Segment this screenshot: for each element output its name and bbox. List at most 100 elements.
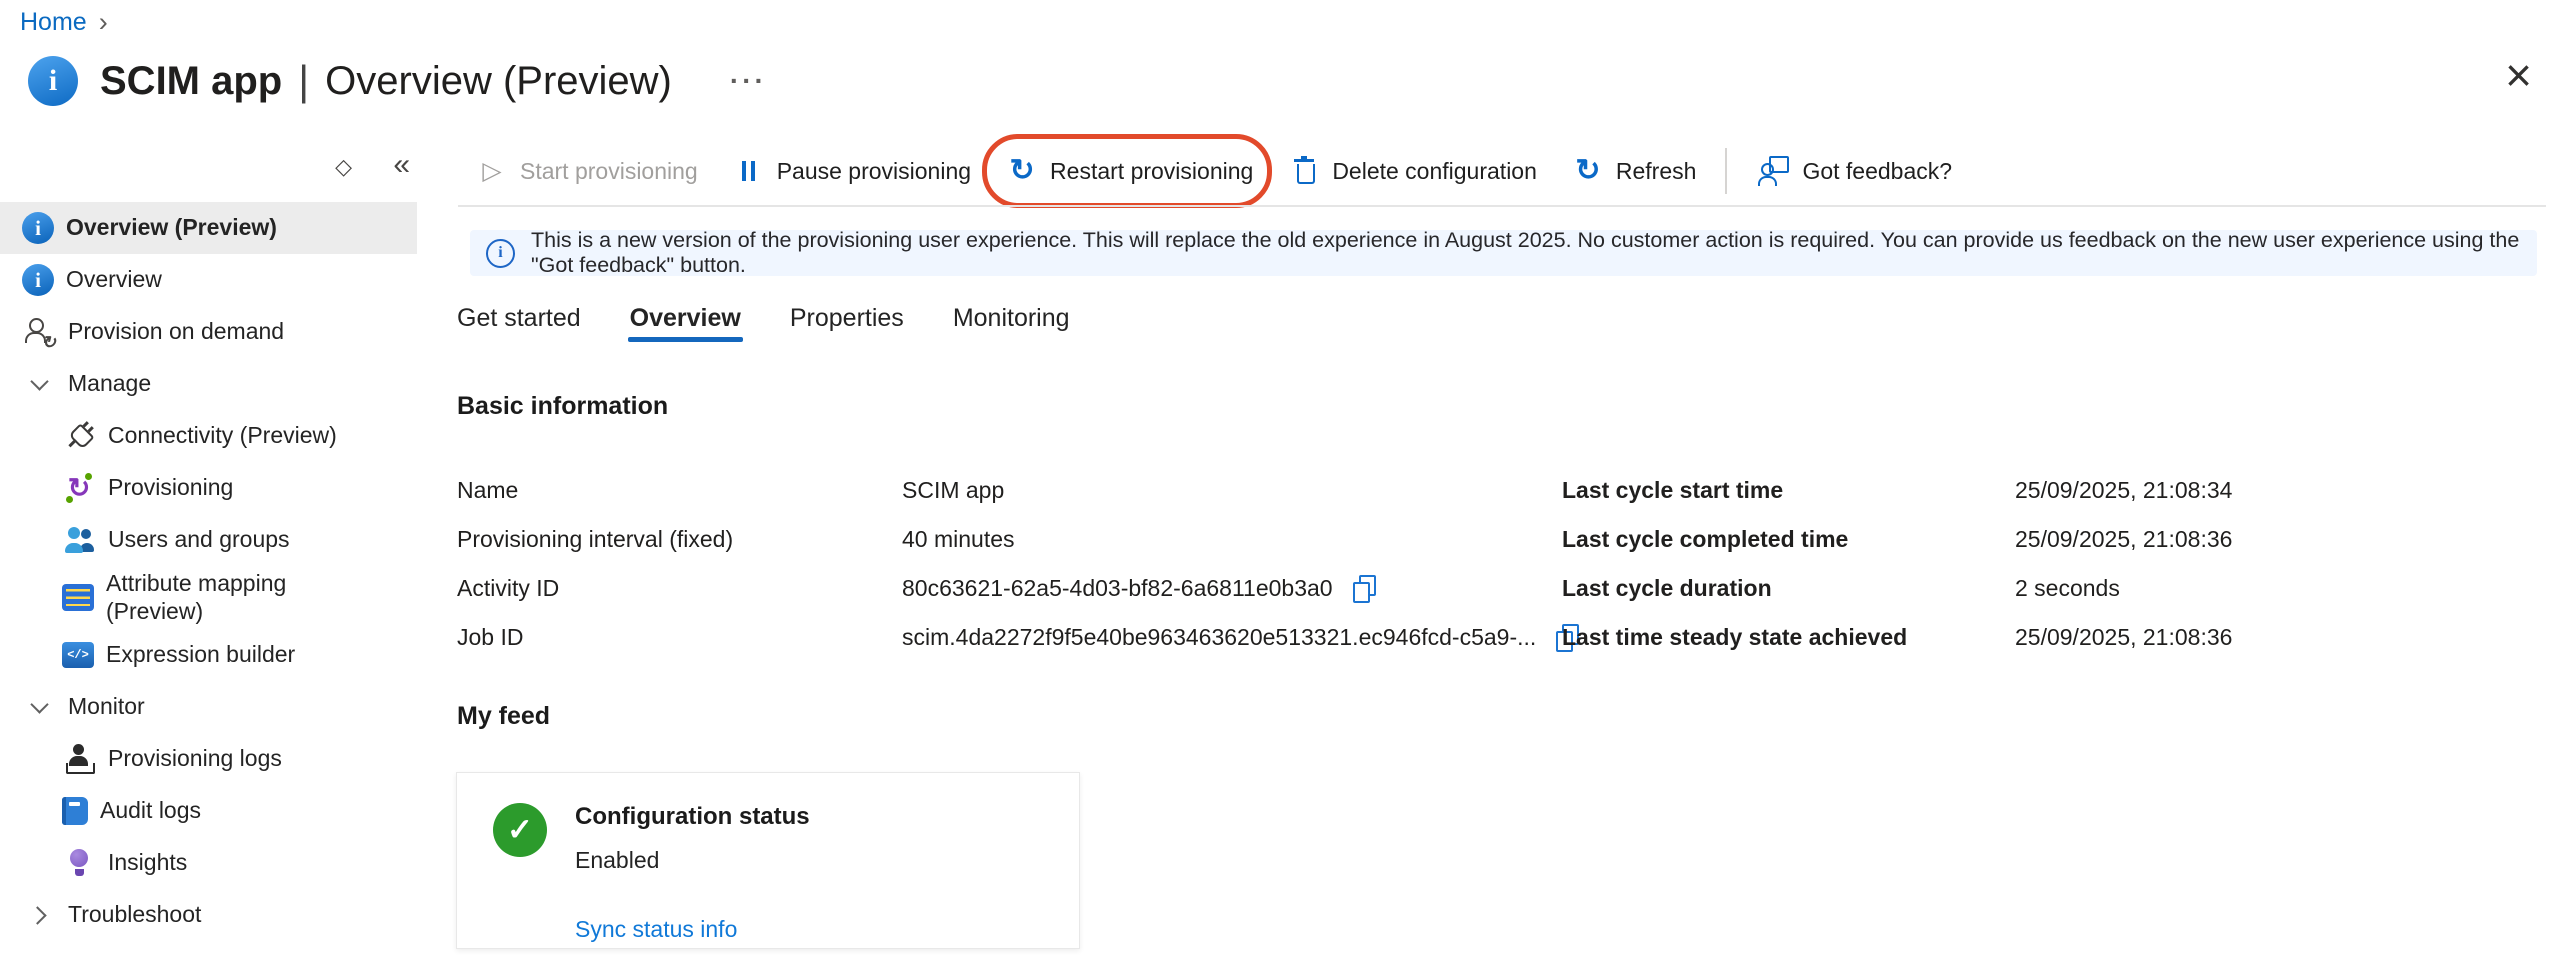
page-title-text: Overview (Preview) xyxy=(325,59,672,104)
info-row: Last time steady state achieved 25/09/20… xyxy=(1562,613,2542,662)
title-separator: | xyxy=(298,57,309,105)
tab-get-started[interactable]: Get started xyxy=(457,296,581,342)
trash-icon xyxy=(1287,154,1321,188)
tab-monitoring[interactable]: Monitoring xyxy=(953,296,1070,342)
tab-overview[interactable]: Overview xyxy=(630,296,741,342)
my-feed-heading: My feed xyxy=(457,702,550,731)
sidebar-item-label: Users and groups xyxy=(108,526,290,554)
info-label: Name xyxy=(457,477,902,504)
sidebar-group-manage[interactable]: Manage xyxy=(0,358,417,410)
restart-provisioning-button[interactable]: Restart provisioning xyxy=(988,148,1270,194)
page-title: SCIM app | Overview (Preview) xyxy=(100,57,672,105)
toolbar-button-label: Restart provisioning xyxy=(1050,158,1253,185)
lightbulb-icon xyxy=(62,846,96,880)
sidebar-header: ◇ « xyxy=(0,140,432,202)
feedback-icon xyxy=(1757,154,1791,188)
info-row: Job ID scim.4da2272f9f5e40be963463620e51… xyxy=(457,613,1517,662)
info-row: Activity ID 80c63621-62a5-4d03-bf82-6a68… xyxy=(457,564,1517,613)
sidebar-item-provisioning-logs[interactable]: Provisioning logs xyxy=(0,733,417,785)
info-label: Last cycle start time xyxy=(1562,477,2015,504)
person-log-icon xyxy=(62,742,96,776)
sidebar-item-expression-builder[interactable]: Expression builder xyxy=(0,629,417,681)
code-icon xyxy=(62,642,94,668)
copy-icon[interactable] xyxy=(1349,573,1379,605)
restart-icon xyxy=(1005,154,1039,188)
chevron-down-icon xyxy=(22,367,56,401)
app-info-icon xyxy=(28,56,78,106)
sidebar-item-label: Expression builder xyxy=(106,641,295,669)
sidebar-nav: Overview (Preview) Overview Provision on… xyxy=(0,202,432,941)
info-outline-icon xyxy=(486,239,515,268)
sidebar-item-overview[interactable]: Overview xyxy=(0,254,417,306)
tab-label: Properties xyxy=(790,304,904,333)
sidebar-item-provision-on-demand[interactable]: Provision on demand xyxy=(0,306,417,358)
toolbar-button-label: Got feedback? xyxy=(1802,158,1952,185)
toolbar-button-label: Pause provisioning xyxy=(777,158,971,185)
info-value: 25/09/2025, 21:08:36 xyxy=(2015,624,2232,651)
refresh-button[interactable]: Refresh xyxy=(1554,148,1714,194)
sidebar-item-label: Attribute mapping (Preview) xyxy=(106,570,356,625)
sidebar-group-troubleshoot[interactable]: Troubleshoot xyxy=(0,889,417,941)
close-icon[interactable]: × xyxy=(2505,52,2532,98)
play-icon xyxy=(475,154,509,188)
info-label: Last time steady state achieved xyxy=(1562,624,2015,651)
info-icon xyxy=(22,264,54,296)
start-provisioning-button[interactable]: Start provisioning xyxy=(458,148,715,194)
basic-info-left-column: Name SCIM app Provisioning interval (fix… xyxy=(457,466,1517,662)
info-label: Provisioning interval (fixed) xyxy=(457,526,902,553)
info-value: 25/09/2025, 21:08:36 xyxy=(2015,526,2232,553)
pause-provisioning-button[interactable]: Pause provisioning xyxy=(715,148,988,194)
sidebar-item-label: Provisioning logs xyxy=(108,745,282,773)
sidebar-item-connectivity[interactable]: Connectivity (Preview) xyxy=(0,410,417,462)
info-row: Provisioning interval (fixed) 40 minutes xyxy=(457,515,1517,564)
sidebar-item-label: Provision on demand xyxy=(68,318,284,346)
sidebar-item-label: Troubleshoot xyxy=(68,901,201,929)
got-feedback-button[interactable]: Got feedback? xyxy=(1725,148,1969,194)
tab-properties[interactable]: Properties xyxy=(790,296,904,342)
sync-status-info-link[interactable]: Sync status info xyxy=(575,916,737,943)
sidebar-item-attribute-mapping[interactable]: Attribute mapping (Preview) xyxy=(0,566,417,629)
toolbar-divider xyxy=(458,205,2546,207)
info-row: Last cycle start time 25/09/2025, 21:08:… xyxy=(1562,466,2542,515)
command-bar: Start provisioning Pause provisioning Re… xyxy=(458,148,1969,194)
info-value: SCIM app xyxy=(902,477,1004,504)
sidebar-item-label: Connectivity (Preview) xyxy=(108,422,337,450)
pause-icon xyxy=(732,154,766,188)
sidebar-item-overview-preview[interactable]: Overview (Preview) xyxy=(0,202,417,254)
info-value: 80c63621-62a5-4d03-bf82-6a6811e0b3a0 xyxy=(902,575,1333,602)
tab-label: Monitoring xyxy=(953,304,1070,333)
configuration-status-title: Configuration status xyxy=(575,803,810,831)
app-name: SCIM app xyxy=(100,59,282,104)
tab-label: Get started xyxy=(457,304,581,333)
info-label: Last cycle completed time xyxy=(1562,526,2015,553)
sidebar-item-users-and-groups[interactable]: Users and groups xyxy=(0,514,417,566)
check-circle-icon xyxy=(493,803,547,857)
info-value: 2 seconds xyxy=(2015,575,2120,602)
sidebar-item-audit-logs[interactable]: Audit logs xyxy=(0,785,417,837)
chevron-down-icon xyxy=(22,690,56,724)
sidebar-item-label: Overview (Preview) xyxy=(66,214,277,242)
chevron-right-icon xyxy=(22,898,56,932)
resize-icon[interactable]: ◇ xyxy=(335,154,352,180)
delete-configuration-button[interactable]: Delete configuration xyxy=(1270,148,1554,194)
sidebar-item-label: Manage xyxy=(68,370,151,398)
book-icon xyxy=(62,797,88,825)
refresh-icon xyxy=(1571,154,1605,188)
info-label: Job ID xyxy=(457,624,902,651)
sidebar-item-insights[interactable]: Insights xyxy=(0,837,417,889)
breadcrumb: Home › xyxy=(20,8,108,37)
sidebar-item-label: Audit logs xyxy=(100,797,201,825)
breadcrumb-home-link[interactable]: Home xyxy=(20,8,87,37)
info-value: scim.4da2272f9f5e40be963463620e513321.ec… xyxy=(902,624,1536,651)
tab-label: Overview xyxy=(630,304,741,333)
collapse-sidebar-icon[interactable]: « xyxy=(393,148,410,182)
sidebar-item-label: Provisioning xyxy=(108,474,233,502)
plug-icon xyxy=(55,412,103,460)
info-icon xyxy=(22,212,54,244)
more-options-icon[interactable]: ··· xyxy=(730,65,767,97)
sidebar-group-monitor[interactable]: Monitor xyxy=(0,681,417,733)
sidebar-item-label: Insights xyxy=(108,849,187,877)
info-row: Last cycle completed time 25/09/2025, 21… xyxy=(1562,515,2542,564)
sidebar-item-provisioning[interactable]: Provisioning xyxy=(0,462,417,514)
table-icon xyxy=(62,584,94,611)
